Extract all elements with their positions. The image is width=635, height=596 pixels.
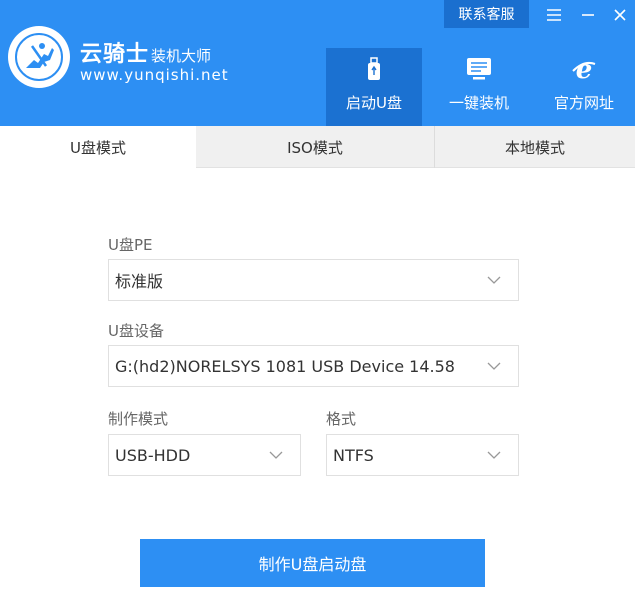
pe-select[interactable]: 标准版 xyxy=(108,259,519,301)
nav-one-click-install-label: 一键装机 xyxy=(448,94,509,112)
pe-label: U盘PE xyxy=(108,236,153,254)
chevron-down-icon xyxy=(269,451,283,459)
pe-select-value: 标准版 xyxy=(115,272,164,291)
usb-drive-icon xyxy=(368,57,380,80)
tab-usb-mode[interactable]: U盘模式 xyxy=(0,126,196,169)
device-select[interactable]: G:(hd2)NORELSYS 1081 USB Device 14.58 xyxy=(108,345,519,387)
menu-button[interactable] xyxy=(540,2,568,28)
hamburger-menu-icon xyxy=(547,9,561,21)
brand-url: www.yunqishi.net xyxy=(80,66,229,84)
monitor-icon xyxy=(467,58,491,80)
brand-title: 云骑士 装机大师 xyxy=(80,36,211,68)
nav-official-site-label: 官方网址 xyxy=(553,94,614,112)
svg-text:e: e xyxy=(576,56,593,82)
device-label: U盘设备 xyxy=(108,322,164,340)
nav-official-site[interactable]: e 官方网址 xyxy=(536,48,632,126)
mode-select[interactable]: USB-HDD xyxy=(108,434,301,476)
minimize-button[interactable] xyxy=(574,2,602,28)
close-icon xyxy=(614,9,626,21)
app-header: 云骑士装机大师 www.yunqishi.net 联系客服 启动U盘 一键装机 xyxy=(0,0,635,126)
minimize-icon xyxy=(582,14,594,16)
contact-support-button[interactable]: 联系客服 xyxy=(444,0,529,28)
mode-label: 制作模式 xyxy=(108,410,169,428)
device-select-value: G:(hd2)NORELSYS 1081 USB Device 14.58 xyxy=(115,356,455,376)
mode-tabs: U盘模式 ISO模式 本地模式 xyxy=(0,126,635,169)
knight-logo-icon xyxy=(15,33,63,81)
nav-boot-usb-label: 启动U盘 xyxy=(346,94,402,112)
nav-one-click-install[interactable]: 一键装机 xyxy=(431,48,527,126)
format-select-value: NTFS xyxy=(333,445,374,465)
brand-name: 云骑士 xyxy=(80,42,150,67)
chevron-down-icon xyxy=(487,362,501,370)
tab-local-mode[interactable]: 本地模式 xyxy=(434,126,635,168)
logo xyxy=(8,26,70,88)
tab-iso-mode[interactable]: ISO模式 xyxy=(196,126,434,168)
chevron-down-icon xyxy=(487,276,501,284)
close-button[interactable] xyxy=(606,2,634,28)
create-boot-usb-button[interactable]: 制作U盘启动盘 xyxy=(140,539,485,587)
brand-suffix: 装机大师 xyxy=(151,47,212,65)
format-label: 格式 xyxy=(326,410,357,428)
nav-boot-usb[interactable]: 启动U盘 xyxy=(326,48,422,126)
ie-browser-icon: e xyxy=(572,56,596,82)
chevron-down-icon xyxy=(487,451,501,459)
format-select[interactable]: NTFS xyxy=(326,434,519,476)
mode-select-value: USB-HDD xyxy=(115,445,191,465)
